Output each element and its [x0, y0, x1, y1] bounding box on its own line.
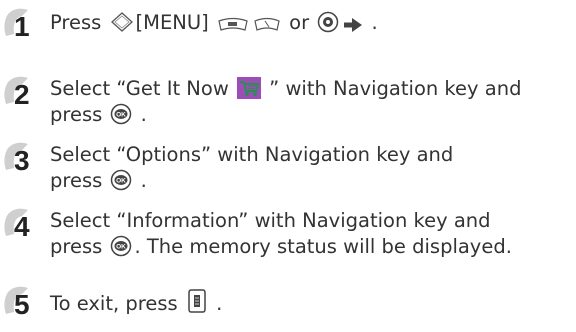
get-it-now-cart-icon: [236, 77, 261, 99]
right-soft-key-icon: [253, 15, 281, 33]
ok-key-icon: OK: [110, 169, 132, 191]
step-text: Select “Options” with Navigation key and…: [50, 143, 454, 192]
ok-key-icon: OK: [110, 103, 132, 125]
step-number: 1: [14, 11, 30, 42]
svg-text:OK: OK: [117, 178, 127, 185]
svg-text:OK: OK: [117, 244, 127, 251]
step-number: 5: [14, 289, 30, 320]
left-soft-key-icon: [217, 15, 249, 33]
ok-navigation-key-icon: [317, 11, 339, 33]
step-number-badge: 2: [0, 72, 40, 112]
right-arrow-icon: [343, 17, 363, 33]
step-number: 3: [14, 145, 30, 176]
step-number: 4: [14, 211, 30, 242]
step-number-badge: 4: [0, 204, 40, 244]
step-number-badge: 3: [0, 138, 40, 178]
step-text: To exit, press .: [50, 288, 222, 317]
svg-text:OK: OK: [117, 112, 127, 119]
ok-key-icon: OK: [110, 235, 132, 257]
step-number: 2: [14, 79, 30, 110]
step-text: Select “Information” with Navigation key…: [50, 209, 512, 258]
step-number-badge: 1: [0, 4, 40, 44]
step-number-badge: 5: [0, 282, 40, 322]
step-text: Press [MENU] or .: [50, 11, 378, 34]
end-key-icon: [186, 288, 208, 314]
navigation-key-icon: [110, 11, 134, 33]
step-text: Select “Get It Now ” with Navigation key…: [50, 77, 522, 126]
